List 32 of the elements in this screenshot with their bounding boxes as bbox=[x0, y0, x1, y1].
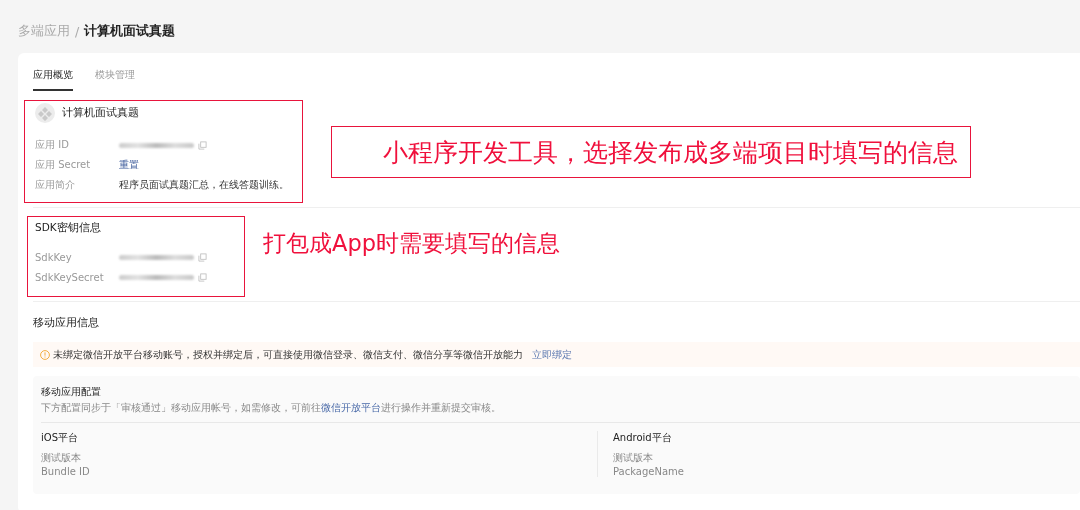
field-label: 应用 ID bbox=[35, 138, 70, 152]
page-title: 计算机面试真题 bbox=[84, 22, 176, 40]
copy-icon[interactable] bbox=[198, 140, 207, 150]
info-icon bbox=[40, 349, 50, 360]
platform-title: Android平台 bbox=[613, 431, 673, 445]
breadcrumb-separator: / bbox=[75, 23, 80, 39]
notice-text: 未绑定微信开放平台移动账号，授权并绑定后，可直接使用微信登录、微信支付、微信分享等微信开放能力 bbox=[53, 347, 523, 362]
field-value: 程序员面试真题汇总，在线答题训练。 bbox=[119, 178, 289, 192]
bind-link[interactable]: 立即绑定 bbox=[532, 347, 572, 362]
field-label: PackageName bbox=[613, 466, 685, 477]
copy-icon[interactable] bbox=[198, 272, 207, 282]
reset-link[interactable]: 重置 bbox=[119, 158, 139, 172]
panel-title: 移动应用配置 bbox=[41, 385, 102, 399]
field-label: 应用 Secret bbox=[35, 158, 92, 172]
section-title: SDK密钥信息 bbox=[35, 221, 102, 235]
annotation-text: 打包成App时需要填写的信息 bbox=[263, 229, 560, 258]
field-label: SdkKeySecret bbox=[35, 271, 105, 283]
app-logo-icon bbox=[35, 103, 55, 123]
copy-icon[interactable] bbox=[198, 252, 207, 262]
annotation-text: 小程序开发工具，选择发布成多端项目时填写的信息 bbox=[383, 136, 958, 169]
platform-title: iOS平台 bbox=[41, 431, 79, 445]
field-label: SdkKey bbox=[35, 251, 73, 263]
app-name: 计算机面试真题 bbox=[62, 106, 139, 120]
tab[interactable]: 应用概览 bbox=[33, 68, 73, 91]
field-label: Bundle ID bbox=[41, 466, 91, 477]
field-label: 应用简介 bbox=[35, 178, 76, 192]
panel-description: 下方配置同步于「审核通过」移动应用帐号，如需修改，可前往微信开放平台进行操作并重新提交审核。 bbox=[41, 401, 502, 415]
field-label: 测试版本 bbox=[41, 451, 82, 465]
open-platform-link[interactable]: 微信开放平台 bbox=[321, 402, 381, 413]
tab[interactable]: 模块管理 bbox=[95, 68, 135, 91]
section-title: 移动应用信息 bbox=[33, 316, 100, 330]
field-label: 测试版本 bbox=[613, 451, 654, 465]
